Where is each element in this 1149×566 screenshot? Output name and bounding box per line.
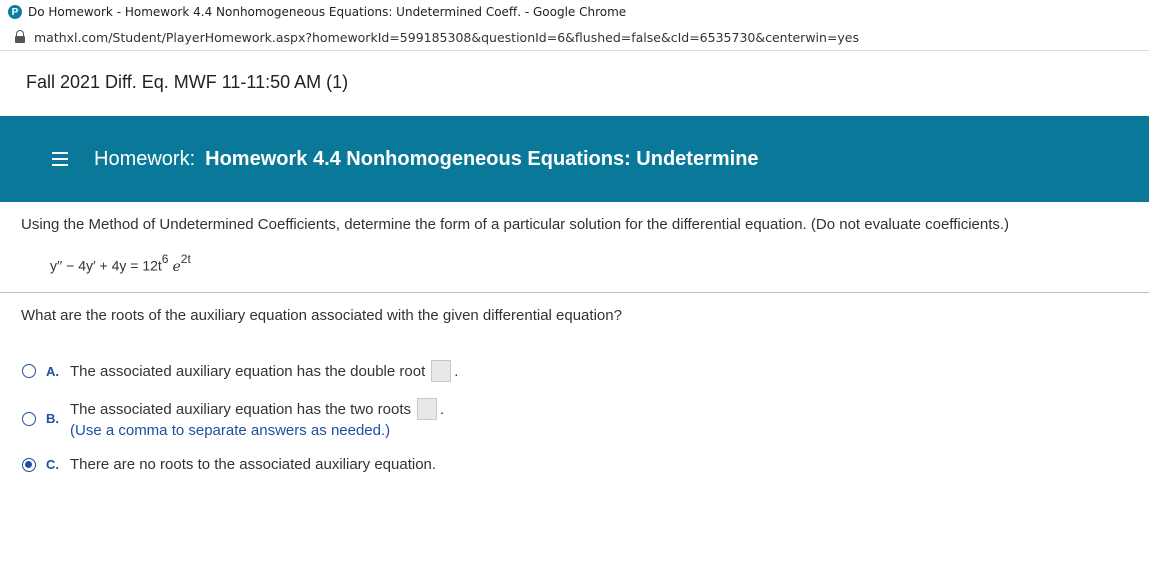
option-b-content: The associated auxiliary equation has th… (70, 398, 444, 439)
option-b-radio[interactable] (22, 411, 36, 426)
option-b[interactable]: B. The associated auxiliary equation has… (22, 398, 444, 439)
option-b-note: (Use a comma to separate answers as need… (70, 422, 391, 439)
mathxl-favicon-icon: P (8, 5, 22, 19)
option-a-letter: A. (46, 363, 59, 379)
option-a-radio[interactable] (22, 364, 36, 378)
equation-e: e (172, 258, 181, 275)
homework-label: Homework: (94, 147, 196, 170)
option-b-letter: B. (46, 411, 59, 426)
course-title: Fall 2021 Diff. Eq. MWF 11-11:50 AM (1) (26, 72, 349, 92)
browser-title-bar: P Do Homework - Homework 4.4 Nonhomogene… (0, 0, 1149, 24)
section-divider (0, 292, 1149, 293)
hamburger-menu-icon[interactable] (52, 152, 68, 166)
question-text: What are the roots of the auxiliary equa… (21, 307, 622, 324)
url-text[interactable]: mathxl.com/Student/PlayerHomework.aspx?h… (34, 30, 859, 45)
lock-icon (14, 30, 26, 44)
homework-title: Homework 4.4 Nonhomogeneous Equations: U… (205, 147, 759, 170)
option-a-period: . (454, 362, 459, 380)
option-c[interactable]: C. There are no roots to the associated … (22, 456, 436, 473)
equation-main: y′′ − 4y′ + 4y = 12t (50, 257, 162, 274)
problem-instruction: Using the Method of Undetermined Coeffic… (21, 216, 1010, 233)
homework-header-bar: Homework: Homework 4.4 Nonhomogeneous Eq… (0, 116, 1149, 202)
differential-equation: y′′ − 4y′ + 4y = 12t6 e2t (50, 252, 191, 275)
option-c-letter: C. (46, 457, 59, 472)
equation-t-exponent: 6 (161, 252, 169, 266)
equation-e-exponent: 2t (180, 252, 191, 266)
window-title: Do Homework - Homework 4.4 Nonhomogeneou… (28, 5, 627, 19)
two-roots-input[interactable] (417, 398, 438, 420)
double-root-input[interactable] (431, 360, 452, 382)
option-c-text: There are no roots to the associated aux… (70, 456, 437, 473)
address-bar[interactable]: mathxl.com/Student/PlayerHomework.aspx?h… (0, 24, 1149, 51)
option-a-text: The associated auxiliary equation has th… (70, 362, 426, 380)
option-b-text: The associated auxiliary equation has th… (70, 400, 412, 418)
option-c-radio[interactable] (22, 457, 36, 472)
option-a[interactable]: A. The associated auxiliary equation has… (22, 360, 458, 382)
option-b-period: . (440, 400, 445, 418)
